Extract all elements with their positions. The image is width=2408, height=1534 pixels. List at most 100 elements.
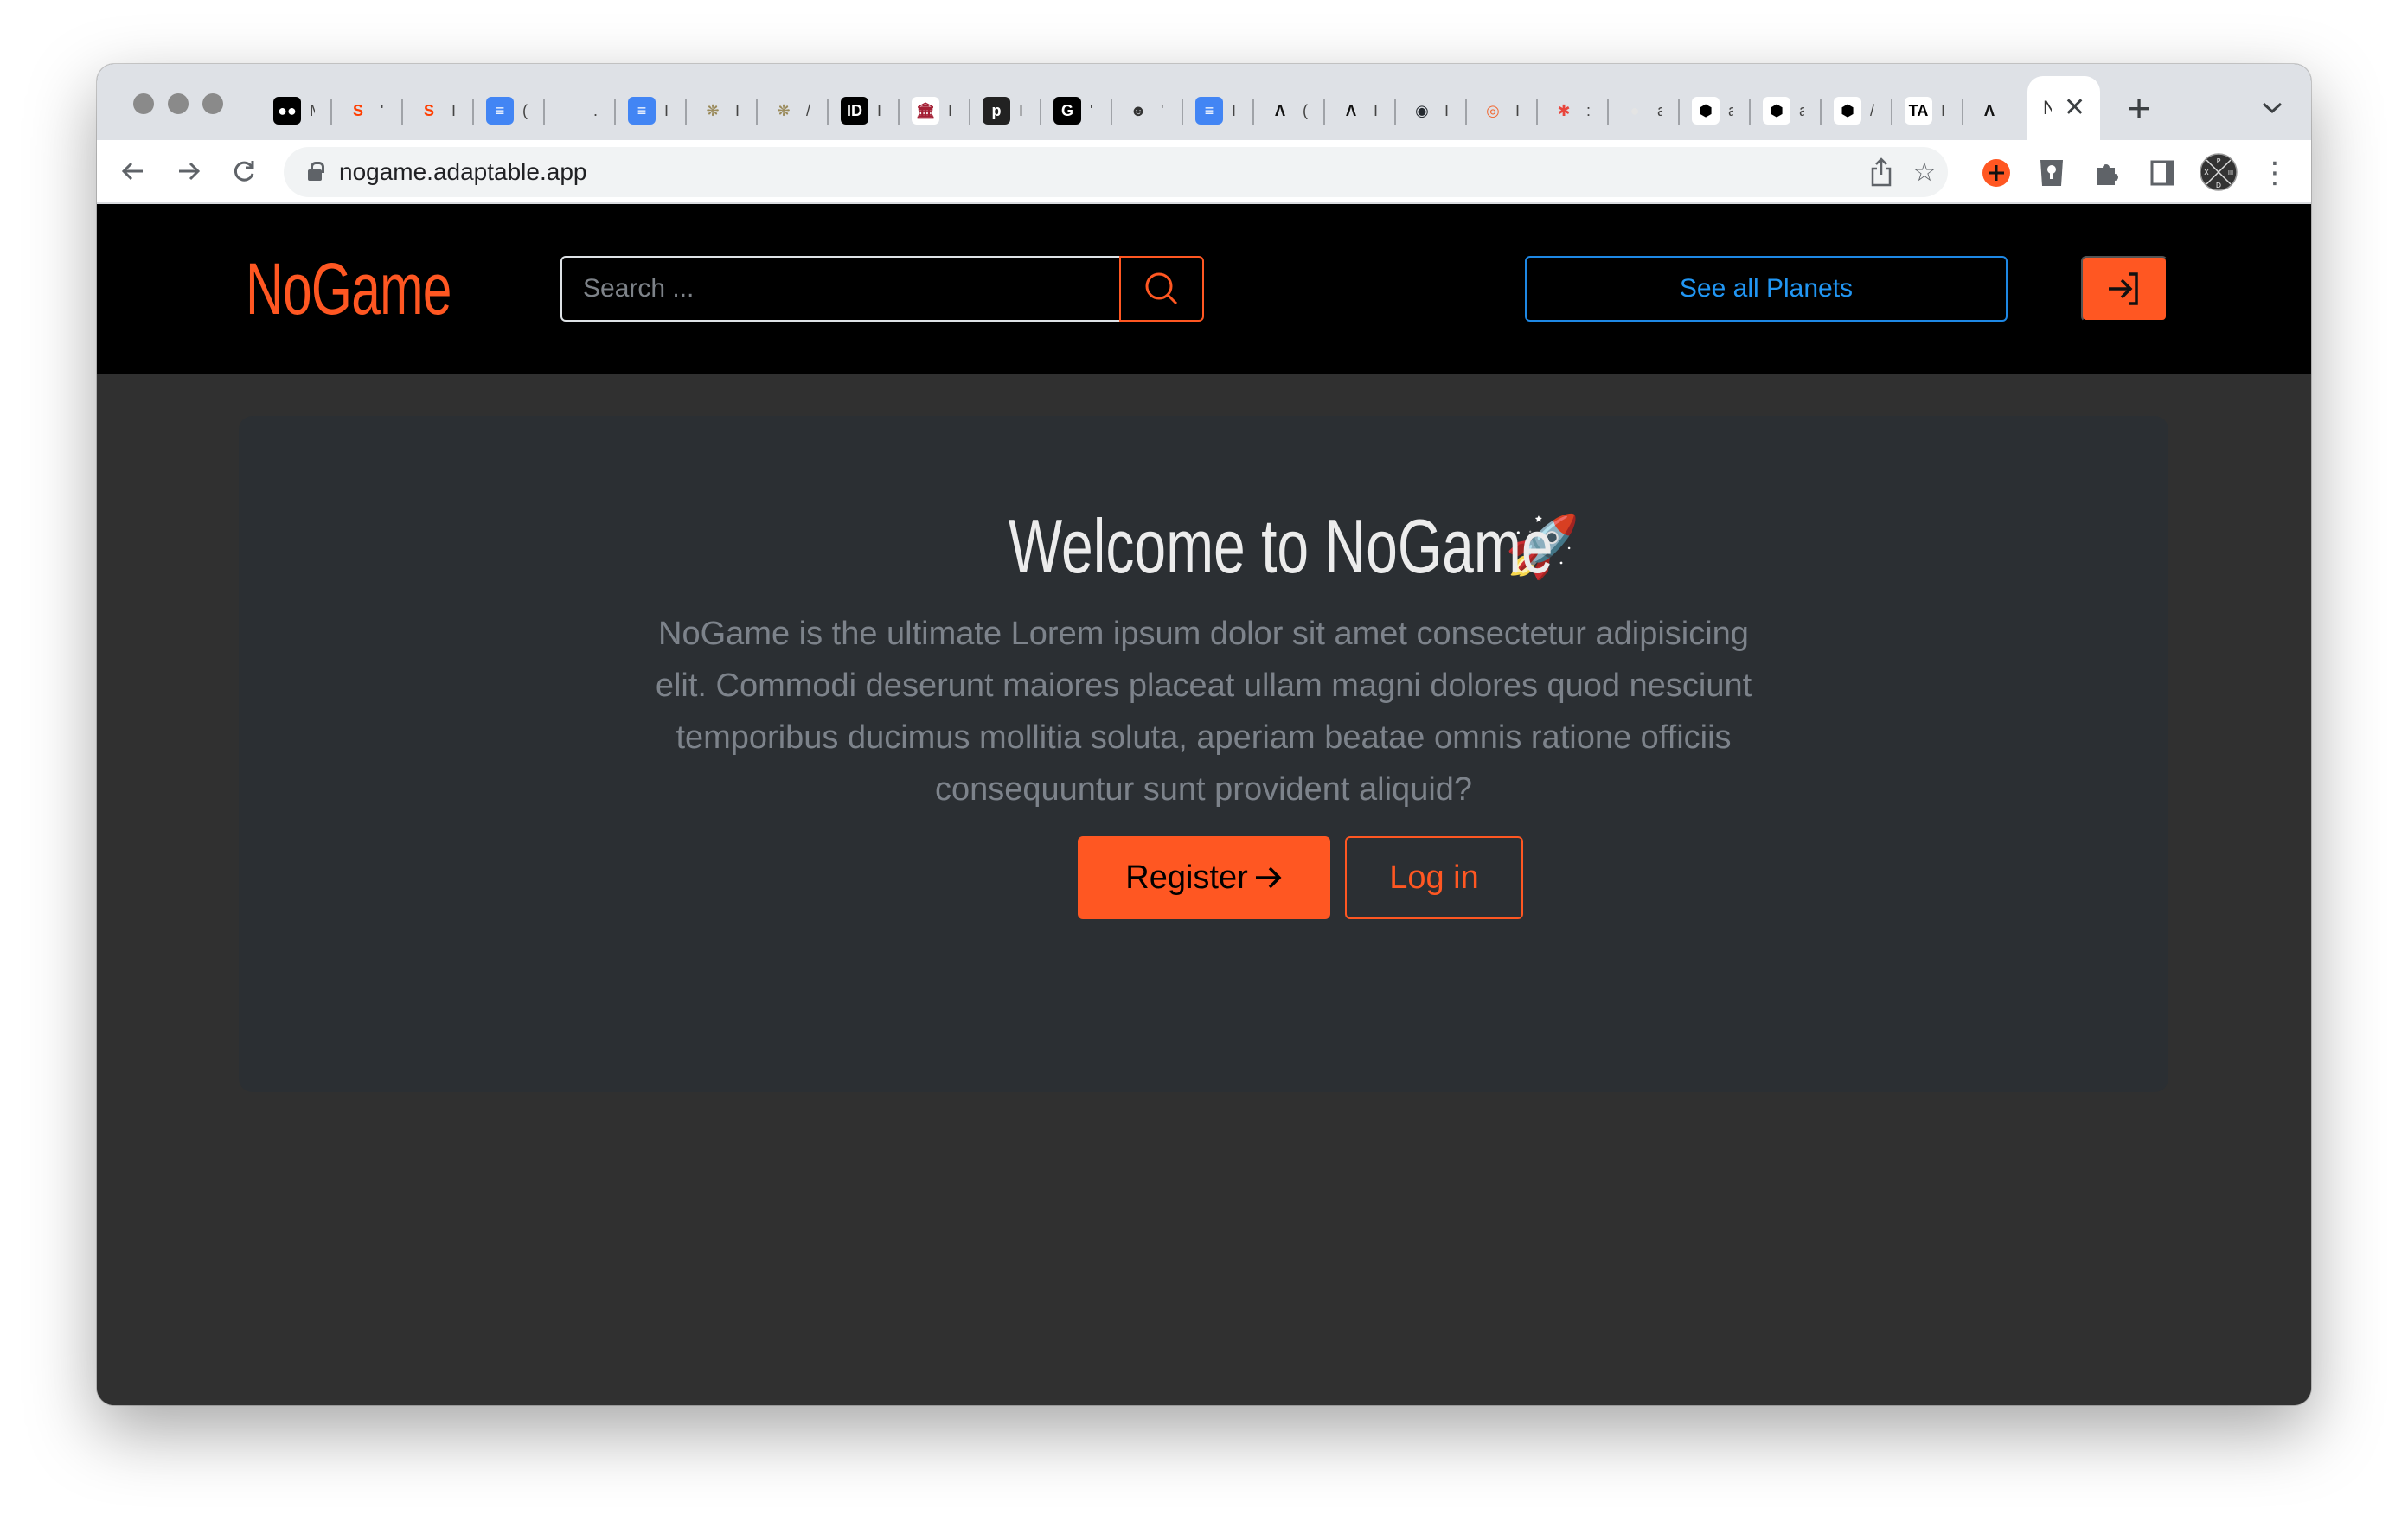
tab-search-button[interactable] [2249,85,2296,131]
p-icon: p [983,97,1010,125]
close-tab-icon[interactable]: ✕ [2064,95,2085,121]
tab-title: a [1799,101,1804,119]
svg-text:D: D [2216,182,2221,189]
see-all-planets-button[interactable]: See all Planets [1525,256,2008,322]
tab-title: M [310,102,315,120]
tab[interactable]: SI [403,86,474,135]
tab-title: I [1444,101,1450,119]
search-icon [1145,272,1178,305]
tab-list: ●●MS'SI≡(.≡I❋I❋/IDI🏛IpIG'☻'≡IΛ(ΛI◉I◎I✱:●… [261,81,2034,140]
brand-logo[interactable]: NoGame [246,247,452,331]
tab[interactable]: ⬢ / [1822,86,1892,135]
new-tab-button[interactable]: + [2116,85,2162,131]
register-button[interactable]: Register [1078,836,1330,919]
ta-icon: TA [1905,97,1932,125]
zoom-window-button[interactable] [202,93,223,114]
tab[interactable]: ●● M [261,86,332,135]
tab[interactable]: . [545,86,616,135]
browser-window: ●●MS'SI≡(.≡I❋I❋/IDI🏛IpIG'☻'≡IΛ(ΛI◉I◎I✱:●… [97,64,2311,1405]
browser-menu-icon[interactable]: ⋮ [2259,157,2290,189]
tab[interactable]: G ' [1041,86,1112,135]
tab[interactable]: ✱: [1538,86,1609,135]
side-panel-icon[interactable] [2147,157,2178,189]
page-content: NoGame See all Planets Welcome to NoGame… [97,204,2311,1405]
tab-title: / [806,101,811,119]
tab-title: I [877,101,882,119]
hero-card: Welcome to NoGame 🚀 NoGame is the ultima… [239,416,2168,1092]
tab[interactable]: TA I [1892,86,1963,135]
svelte-icon: S [352,101,363,119]
dots-cluster-icon: ❋ [777,101,791,119]
minimize-window-button[interactable] [168,93,189,114]
tab[interactable]: ≡( [474,86,545,135]
search-button[interactable] [1119,256,1204,322]
adaptable-icon: Λ [1274,101,1285,119]
address-bar[interactable]: nogame.adaptable.app ☆ [284,147,1948,197]
tab-active[interactable]: N ✕ [2027,76,2100,140]
tab[interactable]: ⬢ a [1751,86,1822,135]
forward-arrow-icon [179,162,201,181]
tab-title: N [2043,97,2052,118]
tab[interactable]: ≡ I [616,86,687,135]
search-input[interactable] [560,256,1119,322]
google-docs-icon: ≡ [1195,97,1223,125]
svg-text:P: P [2217,157,2221,165]
google-docs-icon: ≡ [628,97,656,125]
tab[interactable]: ❋ I [687,86,758,135]
tab-title: a [1728,101,1733,119]
register-label: Register [1125,859,1248,896]
tab-title: I [1515,101,1521,119]
tab[interactable]: ⬢ a [1680,86,1751,135]
tab[interactable]: ID I [829,86,900,135]
profile-avatar[interactable]: P D X III [2199,152,2238,192]
codepen-icon: ⬢ [1763,97,1790,125]
site-navbar: NoGame See all Planets [97,204,2311,374]
back-button[interactable] [116,154,150,189]
tab-title: I [664,101,669,119]
extension-password-manager-icon[interactable] [2036,157,2067,189]
extensions-puzzle-icon[interactable] [2091,157,2123,189]
share-icon[interactable] [1867,157,1896,187]
extension-add-icon[interactable] [1981,157,2012,189]
tab[interactable]: ❋ / [758,86,829,135]
ideo-icon: ID [841,97,868,125]
reload-button[interactable] [227,154,261,189]
tab[interactable]: ☻ ' [1112,86,1183,135]
tab[interactable]: Λ( [1254,86,1325,135]
lock-icon[interactable] [308,162,324,181]
tab-title: . [593,101,599,119]
tab-title: I [948,101,953,119]
tab[interactable]: pI [970,86,1041,135]
museum-icon: 🏛 [912,97,939,125]
login-button[interactable]: Log in [1345,836,1523,919]
url-text[interactable]: nogame.adaptable.app [339,158,586,186]
tab[interactable]: ◉ I [1396,86,1467,135]
arrow-right-icon [1255,866,1282,889]
close-window-button[interactable] [133,93,154,114]
tab[interactable]: ΛI [1325,86,1396,135]
g-circle-icon: G [1054,97,1081,125]
codepen-icon: ⬢ [1692,97,1720,125]
tab-title: / [1870,101,1875,119]
login-icon-button[interactable] [2081,256,2168,322]
hero-title: Welcome to NoGame 🚀 [239,502,2168,591]
forward-button[interactable] [171,154,206,189]
tab[interactable]: ◎ I [1467,86,1538,135]
blank-icon [557,97,585,125]
medium-icon: ●● [273,97,301,125]
tab[interactable]: 🏛 I [900,86,970,135]
sphere-icon: ● [1630,101,1640,119]
tab[interactable]: ● a [1609,86,1680,135]
tab-title: ' [381,101,384,119]
tab-title: : [1586,101,1591,119]
tab-title: I [1019,101,1024,119]
tab[interactable]: ≡ I [1183,86,1254,135]
tab-title: a [1657,101,1662,119]
brain-head-icon: ☻ [1130,101,1147,119]
tab[interactable]: Λ [1963,86,2034,135]
bookmark-star-icon[interactable]: ☆ [1910,157,1939,187]
google-docs-icon: ≡ [486,97,514,125]
window-controls [133,93,223,114]
tab[interactable]: S ' [332,86,403,135]
browser-toolbar: nogame.adaptable.app ☆ P D X III ⋮ [97,140,2311,204]
